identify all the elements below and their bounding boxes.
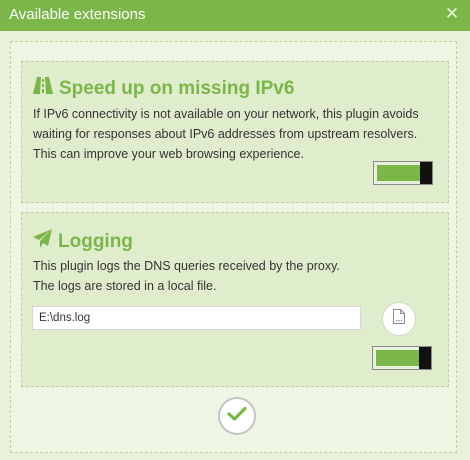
checkmark-icon xyxy=(227,406,247,427)
logging-enable-toggle[interactable] xyxy=(372,346,432,370)
toggle-track xyxy=(377,165,420,181)
extension-card-logging: Logging This plugin logs the DNS queries… xyxy=(21,212,449,387)
description-line: The logs are stored in a local file. xyxy=(33,279,217,293)
extension-card-ipv6: Speed up on missing IPv6 If IPv6 connect… xyxy=(21,61,449,203)
paper-plane-icon xyxy=(33,229,52,254)
log-path-input[interactable] xyxy=(32,306,361,330)
toggle-track xyxy=(376,350,419,366)
extension-title-ipv6: Speed up on missing IPv6 xyxy=(33,77,294,100)
extension-title-logging: Logging xyxy=(33,229,133,254)
toggle-knob xyxy=(420,162,432,184)
close-icon[interactable]: ✕ xyxy=(444,5,460,23)
extension-description: If IPv6 connectivity is not available on… xyxy=(33,107,419,161)
confirm-button[interactable] xyxy=(218,397,256,435)
ipv6-enable-toggle[interactable] xyxy=(373,161,433,185)
toggle-knob xyxy=(419,347,431,369)
window-title: Available extensions xyxy=(9,6,146,23)
title-bar: Available extensions ✕ xyxy=(0,0,470,31)
extension-description: This plugin logs the DNS queries receive… xyxy=(33,256,436,296)
file-icon xyxy=(393,309,405,329)
extension-title-text: Logging xyxy=(58,230,133,252)
description-line: This plugin logs the DNS queries receive… xyxy=(33,259,340,273)
browse-file-button[interactable] xyxy=(382,302,416,336)
extension-title-text: Speed up on missing IPv6 xyxy=(59,77,295,99)
road-icon xyxy=(33,77,53,100)
